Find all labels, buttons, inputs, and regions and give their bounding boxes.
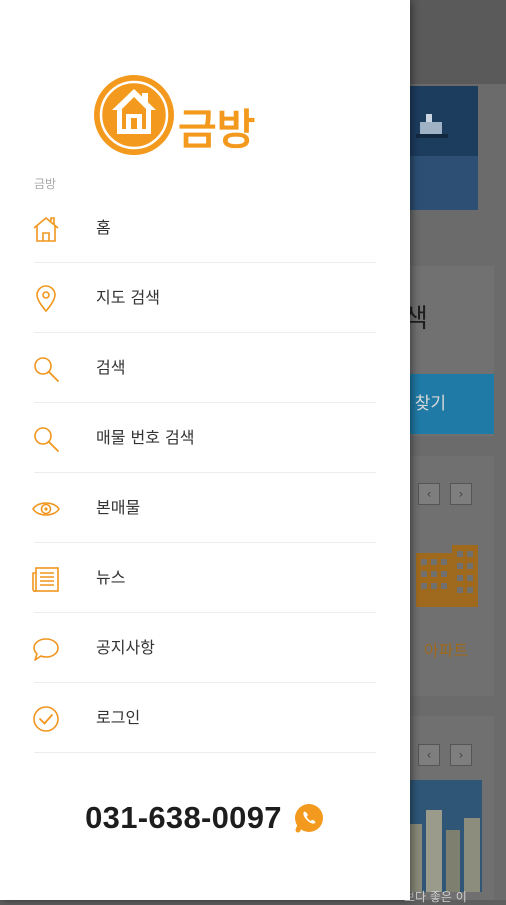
brand-logo: 금방 (94, 75, 255, 155)
menu-item-label: 지도 검색 (96, 288, 160, 307)
menu-item-label: 본매물 (96, 498, 141, 517)
background-bottom-text: 보다 좋은 이 (404, 890, 467, 904)
drawer-section-label: 금방 (34, 177, 57, 191)
background-carousel-next: › (450, 483, 472, 505)
eye-icon (32, 502, 60, 516)
speech-bubble-icon (33, 638, 59, 661)
map-pin-icon (36, 285, 56, 313)
background-city-image (402, 780, 482, 892)
menu-item-label: 매물 번호 검색 (96, 428, 195, 447)
menu-item-notices[interactable]: 공지사항 (0, 613, 410, 683)
phone-icon[interactable] (293, 802, 325, 834)
search-icon (34, 357, 59, 382)
search-icon (34, 427, 59, 452)
menu-item-label: 로그인 (96, 708, 141, 727)
apartment-icon (416, 545, 478, 607)
menu-item-home[interactable]: 홈 (0, 193, 410, 263)
check-circle-icon (33, 706, 59, 732)
menu-item-label: 뉴스 (96, 568, 126, 587)
drawer-menu: 홈 지도 검색 검색 매물 번호 검색 본매물 뉴스 공지사항 로그인 (0, 193, 410, 753)
menu-item-map-search[interactable]: 지도 검색 (0, 263, 410, 333)
menu-item-search[interactable]: 검색 (0, 333, 410, 403)
logo-wordmark: 금방 (178, 105, 255, 154)
menu-item-viewed-listings[interactable]: 본매물 (0, 473, 410, 543)
navigation-drawer[interactable]: 금방 금방 홈 지도 검색 검색 매물 번호 검색 본매물 뉴스 공지사항 로그… (0, 0, 410, 900)
menu-item-listing-number-search[interactable]: 매물 번호 검색 (0, 403, 410, 473)
background-apartment-label: 아파트 (424, 641, 469, 660)
menu-item-label: 공지사항 (96, 638, 155, 657)
menu-item-news[interactable]: 뉴스 (0, 543, 410, 613)
background-carousel-prev-2: ‹ (418, 744, 440, 766)
contact-phone[interactable]: 031-638-0097 (0, 800, 410, 856)
background-carousel-prev: ‹ (418, 483, 440, 505)
menu-item-login[interactable]: 로그인 (0, 683, 410, 753)
phone-number[interactable]: 031-638-0097 (85, 800, 282, 836)
menu-item-label: 검색 (96, 358, 126, 377)
background-carousel-next-2: › (450, 744, 472, 766)
menu-divider (34, 752, 376, 753)
menu-item-label: 홈 (96, 218, 111, 237)
home-icon (33, 217, 59, 242)
news-icon (32, 567, 59, 593)
